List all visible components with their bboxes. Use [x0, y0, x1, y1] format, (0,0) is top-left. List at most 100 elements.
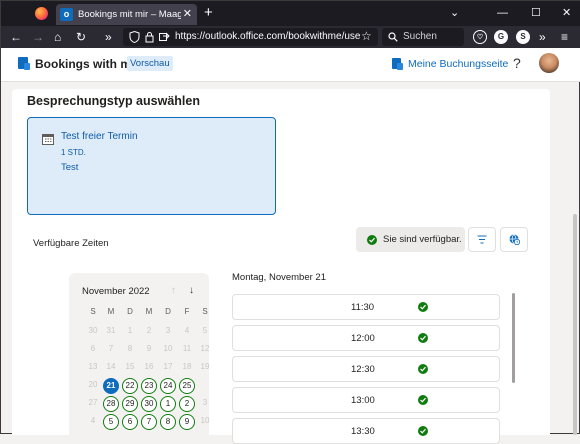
- page-scrollbar[interactable]: [573, 214, 577, 435]
- calendar-day[interactable]: 30: [141, 396, 157, 412]
- search-box[interactable]: Suchen: [382, 28, 464, 46]
- preview-badge: Vorschau: [127, 56, 173, 71]
- calendar-day: 11: [182, 344, 192, 353]
- calendar-day: 1: [127, 326, 133, 335]
- my-booking-page-link[interactable]: Meine Buchungsseite: [408, 57, 508, 71]
- calendar-day-selected[interactable]: 21: [103, 378, 119, 394]
- calendar-day[interactable]: 28: [103, 396, 119, 412]
- service-description: Test: [61, 162, 79, 173]
- time-slot[interactable]: 13:30: [232, 418, 500, 444]
- calendar-day: 3: [165, 326, 171, 335]
- calendar-day: 12: [200, 344, 210, 353]
- weekday-header: F: [184, 307, 190, 316]
- calendar-day[interactable]: 5: [103, 414, 119, 430]
- app-title: Bookings with me: [35, 57, 138, 71]
- service-option[interactable]: Test freier Termin 1 STD. Test: [27, 117, 276, 215]
- calendar-day[interactable]: 9: [179, 414, 195, 430]
- booking-card: Besprechungstyp auswählen Test freier Te…: [12, 89, 550, 444]
- calendar-day: 19: [200, 362, 210, 371]
- lock-icon[interactable]: [145, 31, 154, 43]
- service-duration: 1 STD.: [61, 148, 86, 157]
- selected-date-heading: Montag, November 21: [232, 272, 326, 283]
- extensions-overflow-icon[interactable]: »: [539, 29, 546, 45]
- overflow-chevron-icon[interactable]: »: [105, 29, 112, 45]
- calendar-day[interactable]: 22: [122, 378, 138, 394]
- extension-g-icon[interactable]: G: [494, 30, 508, 44]
- calendar-day[interactable]: 7: [141, 414, 157, 430]
- forward-arrow-icon[interactable]: →: [32, 29, 44, 45]
- calendar-day: 7: [108, 344, 114, 353]
- timezone-button[interactable]: [500, 227, 528, 252]
- time-slot[interactable]: 12:30: [232, 356, 500, 382]
- calendar-day[interactable]: 8: [160, 414, 176, 430]
- back-arrow-icon[interactable]: ←: [10, 29, 22, 45]
- extension-s-icon[interactable]: S: [516, 30, 530, 44]
- help-icon[interactable]: ?: [513, 54, 521, 72]
- minimize-button[interactable]: —: [497, 6, 508, 20]
- time-slot[interactable]: 13:00: [232, 387, 500, 413]
- calendar-day[interactable]: 23: [141, 378, 157, 394]
- calendar-day: 18: [182, 362, 192, 371]
- slots-scrollbar[interactable]: [512, 293, 515, 383]
- reload-icon[interactable]: ↻: [76, 29, 86, 45]
- menu-icon[interactable]: ≡: [561, 29, 568, 45]
- list-tabs-chevron-icon[interactable]: ⌄: [450, 6, 459, 20]
- booking-page-icon[interactable]: [392, 58, 403, 70]
- navigation-bar: ← → ⌂ ↻ » https://outlook.office.com/boo…: [1, 26, 580, 48]
- calendar-day[interactable]: 24: [160, 378, 176, 394]
- time-slot-label: 12:30: [351, 364, 375, 375]
- globe-clock-icon: [509, 234, 520, 245]
- calendar-day: 6: [90, 344, 96, 353]
- calendar-day: 5: [202, 326, 208, 335]
- outlook-favicon-icon: o: [60, 8, 73, 21]
- calendar-month: November 2022: [82, 286, 150, 297]
- available-check-icon: [367, 235, 377, 245]
- calendar-day: 4: [184, 326, 190, 335]
- calendar-day: 27: [88, 398, 98, 407]
- time-slot[interactable]: 11:30: [232, 294, 500, 320]
- next-month-icon[interactable]: ↓: [189, 284, 194, 298]
- tab-bar: o Bookings mit mir – Maag, Claudia ✕ + ⌄…: [1, 1, 580, 26]
- calendar-day: 2: [146, 326, 152, 335]
- calendar-day[interactable]: 25: [179, 378, 195, 394]
- app-header: Bookings with me Vorschau Meine Buchungs…: [1, 48, 580, 82]
- calendar-day: 13: [88, 362, 98, 371]
- bookmark-star-icon[interactable]: ☆: [361, 29, 372, 44]
- address-bar[interactable]: https://outlook.office.com/bookwithme/us…: [123, 28, 378, 46]
- time-slot[interactable]: 12:00: [232, 325, 500, 351]
- home-icon[interactable]: ⌂: [54, 29, 61, 45]
- calendar-day: 14: [106, 362, 116, 371]
- calendar-day[interactable]: 29: [122, 396, 138, 412]
- avatar[interactable]: [539, 53, 559, 73]
- bookings-logo-icon: [18, 57, 30, 70]
- calendar-day: 15: [125, 362, 135, 371]
- browser-tab[interactable]: o Bookings mit mir – Maag, Claudia ✕: [56, 4, 197, 25]
- section-title: Besprechungstyp auswählen: [27, 94, 200, 108]
- new-tab-button[interactable]: +: [204, 4, 213, 22]
- close-window-button[interactable]: ✕: [562, 6, 571, 20]
- filter-button[interactable]: [468, 227, 496, 252]
- calendar-day[interactable]: 2: [179, 396, 195, 412]
- calendar-day: 9: [146, 344, 152, 353]
- firefox-logo-icon[interactable]: [35, 7, 48, 20]
- available-check-icon: [418, 395, 428, 405]
- weekday-header: S: [90, 307, 96, 316]
- search-placeholder: Suchen: [403, 31, 437, 42]
- permissions-icon[interactable]: [159, 32, 170, 42]
- weekday-header: D: [127, 307, 133, 316]
- calendar-day: 8: [127, 344, 133, 353]
- close-tab-icon[interactable]: ✕: [183, 7, 192, 21]
- calendar-icon: [42, 134, 54, 145]
- calendar-day[interactable]: 6: [122, 414, 138, 430]
- time-slot-label: 13:30: [351, 426, 375, 437]
- calendar-day[interactable]: 1: [160, 396, 176, 412]
- weekday-header: M: [145, 307, 153, 316]
- shield-icon[interactable]: [129, 31, 140, 43]
- previous-month-icon[interactable]: ↑: [171, 284, 176, 298]
- calendar-day: 4: [90, 416, 96, 425]
- service-name: Test freier Termin: [61, 131, 138, 142]
- maximize-button[interactable]: ☐: [531, 6, 541, 20]
- pocket-icon[interactable]: ♡: [473, 30, 487, 44]
- weekday-header: D: [165, 307, 171, 316]
- calendar-day: 3: [202, 398, 208, 407]
